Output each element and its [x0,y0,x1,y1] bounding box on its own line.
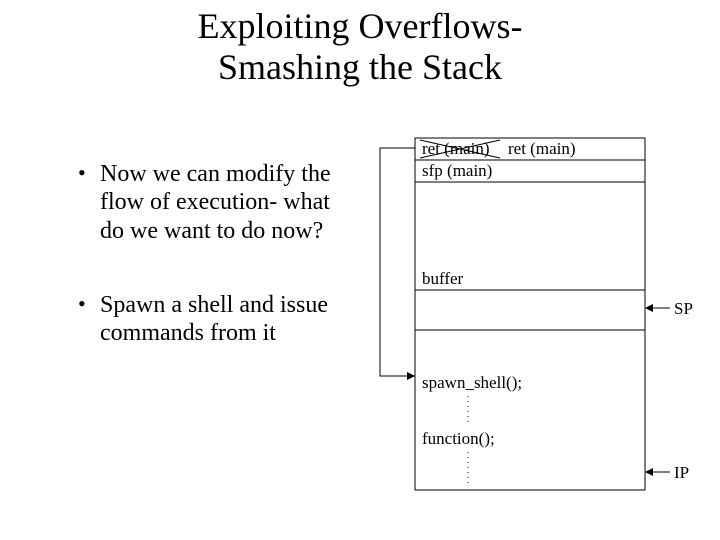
title-line-1: Exploiting Overflows- [198,6,523,46]
bullet-text-1: Now we can modify the flow of execution-… [100,161,331,244]
bullet-list: Now we can modify the flow of execution-… [78,160,338,394]
bullet-item-1: Now we can modify the flow of execution-… [78,160,338,245]
label-ip: IP [674,463,689,482]
stack-diagram: ret (main) ret (main) sfp (main) buffer … [360,136,710,516]
ret-redirect-arrow [380,148,415,380]
stack-diagram-svg: ret (main) ret (main) sfp (main) buffer … [360,136,710,516]
row-code [415,330,645,490]
slide-title: Exploiting Overflows- Smashing the Stack [0,6,720,89]
bullet-item-2: Spawn a shell and issue commands from it [78,291,338,348]
label-ret-main-new: ret (main) [508,139,576,158]
sp-pointer: SP [645,299,693,318]
label-sfp-main: sfp (main) [422,161,492,180]
slide: Exploiting Overflows- Smashing the Stack… [0,0,720,540]
label-sp: SP [674,299,693,318]
title-line-2: Smashing the Stack [218,47,502,87]
bullet-text-2: Spawn a shell and issue commands from it [100,292,328,346]
stack-box: ret (main) ret (main) sfp (main) buffer … [415,138,645,490]
row-gap [415,290,645,330]
label-function: function(); [422,429,495,448]
label-spawn-shell: spawn_shell(); [422,373,522,392]
ip-pointer: IP [645,463,689,482]
label-buffer: buffer [422,269,464,288]
